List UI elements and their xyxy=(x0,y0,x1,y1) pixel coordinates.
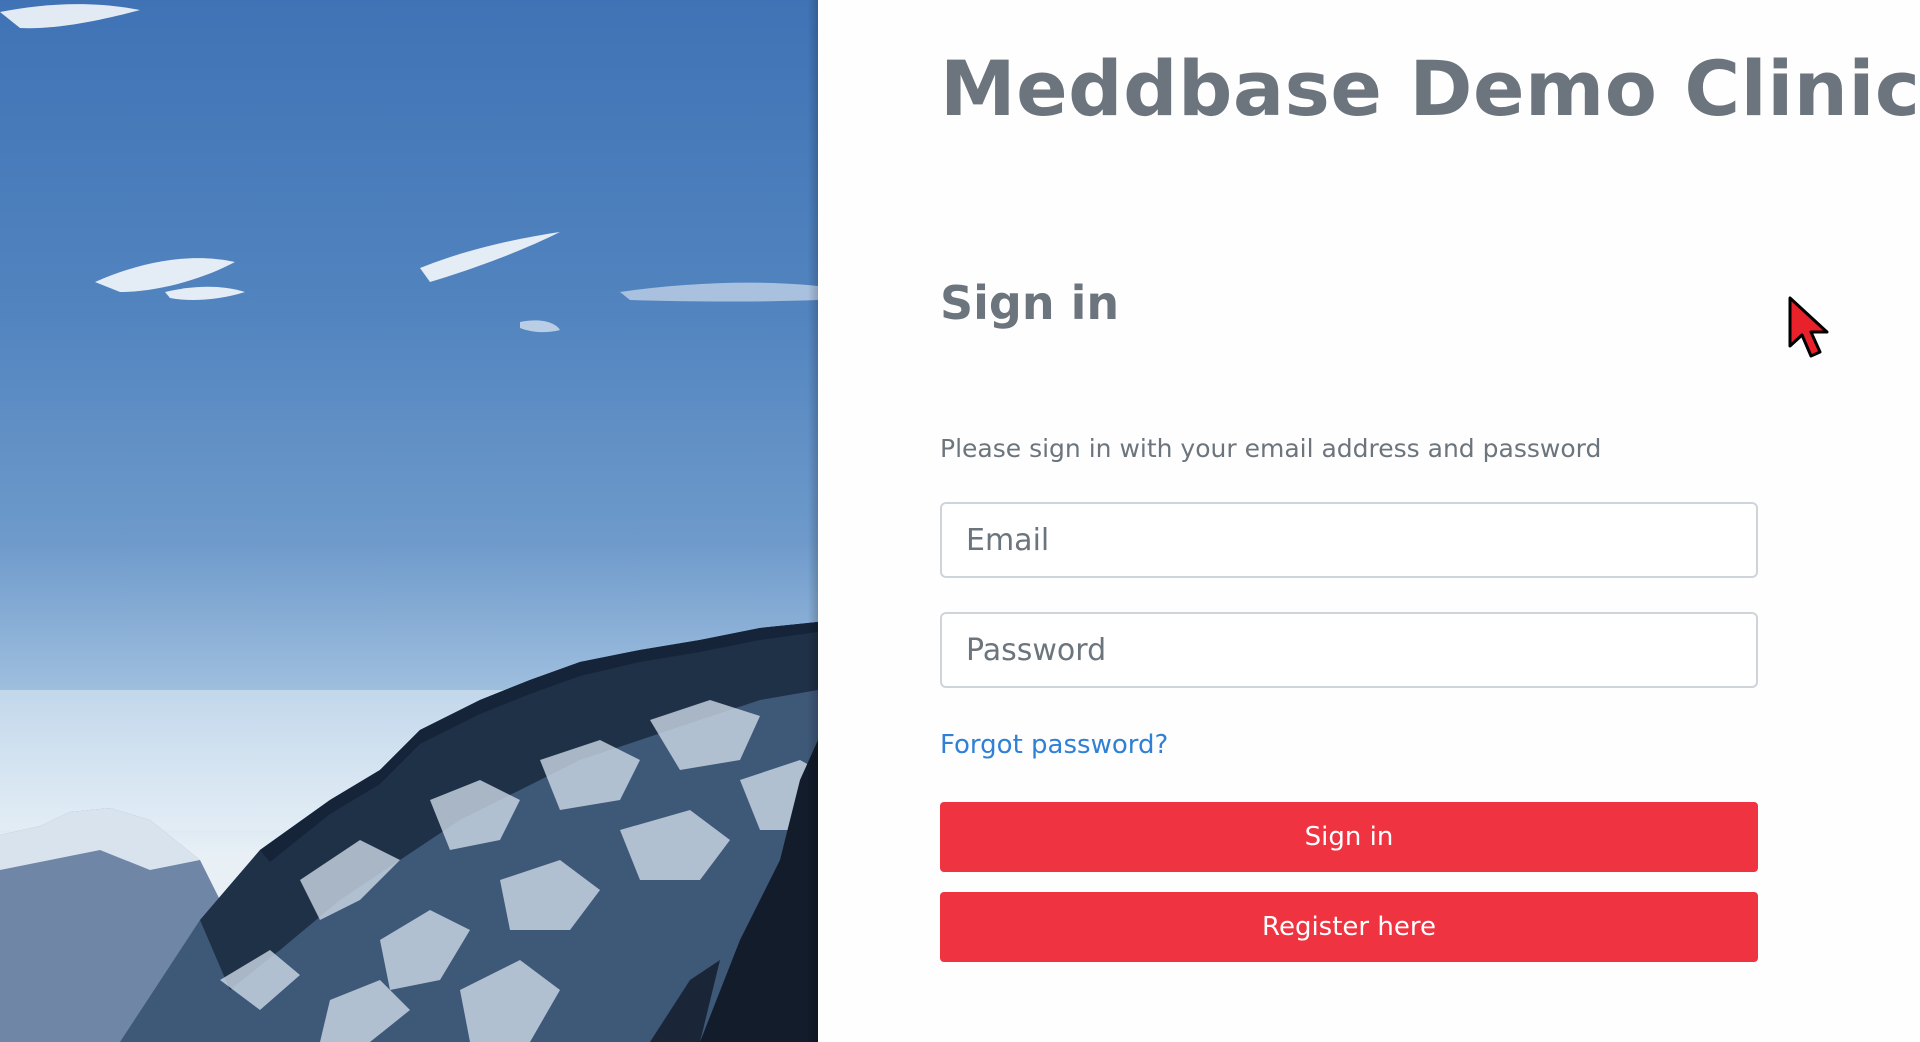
email-input[interactable] xyxy=(940,502,1758,578)
hero-landscape-image xyxy=(0,0,818,1042)
login-page: Meddbase Demo Clinic Sign in Please sign… xyxy=(0,0,1920,1042)
signin-button[interactable]: Sign in xyxy=(940,802,1758,872)
mouse-pointer-icon xyxy=(1788,296,1829,358)
panel-edge-shadow xyxy=(808,0,818,1042)
signin-panel: Meddbase Demo Clinic Sign in Please sign… xyxy=(818,0,1920,1042)
clinic-title: Meddbase Demo Clinic xyxy=(940,44,1920,133)
forgot-password-link[interactable]: Forgot password? xyxy=(940,730,1168,760)
landscape-illustration xyxy=(0,4,818,1042)
password-input[interactable] xyxy=(940,612,1758,688)
clouds xyxy=(0,4,818,333)
signin-heading: Sign in xyxy=(940,276,1120,330)
register-button[interactable]: Register here xyxy=(940,892,1758,962)
signin-instructions: Please sign in with your email address a… xyxy=(940,434,1602,463)
